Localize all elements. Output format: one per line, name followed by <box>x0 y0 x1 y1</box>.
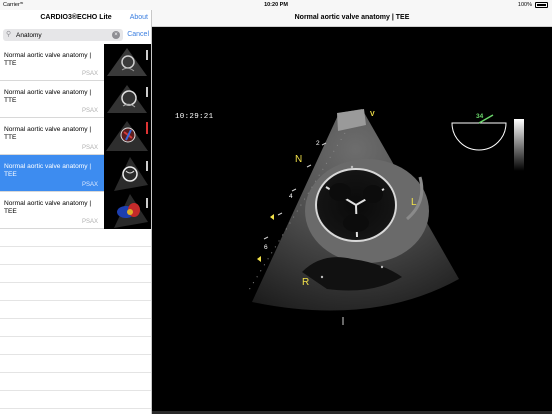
empty-row <box>0 409 151 414</box>
echo-thumbnail <box>104 44 151 81</box>
empty-row <box>0 337 151 355</box>
list-item-tag: PSAX <box>81 182 98 188</box>
search-icon: ⚲ <box>6 31 12 38</box>
empty-row <box>0 247 151 265</box>
search-bar: ⚲ Anatomy × Cancel <box>0 28 151 44</box>
depth-mark-4: 4 <box>289 193 293 200</box>
clear-icon[interactable]: × <box>112 31 120 39</box>
probe-angle-indicator <box>451 114 507 151</box>
list-item[interactable]: Normal aortic valve anatomy | TTE PSAX <box>0 44 151 81</box>
cancel-button[interactable]: Cancel <box>127 31 149 38</box>
list-item-title: Normal aortic valve anatomy | TEE <box>4 200 92 215</box>
echo-thumbnail <box>104 118 151 155</box>
battery-percent: 100% <box>517 2 532 8</box>
depth-mark-2: 2 <box>316 140 320 147</box>
echo-viewer[interactable]: 10:29:21 34 V N L R 2 4 6 <box>152 27 552 414</box>
marker-n: N <box>295 154 303 165</box>
list-item-tag: PSAX <box>81 71 98 77</box>
list-item-title: Normal aortic valve anatomy | TTE <box>4 89 92 104</box>
result-list: Normal aortic valve anatomy | TTE PSAX N… <box>0 44 151 414</box>
list-item-tag: PSAX <box>81 219 98 225</box>
battery-icon <box>535 2 548 8</box>
detail-nav-bar: Normal aortic valve anatomy | TEE <box>152 10 552 27</box>
search-value: Anatomy <box>16 31 42 39</box>
marker-l: L <box>411 197 417 208</box>
empty-row <box>0 229 151 247</box>
empty-row <box>0 355 151 373</box>
marker-r: R <box>302 277 310 288</box>
depth-mark-6: 6 <box>264 244 268 251</box>
list-item-selected[interactable]: Normal aortic valve anatomy | TEE PSAX <box>0 155 151 192</box>
list-item[interactable]: Normal aortic valve anatomy | TTE PSAX <box>0 81 151 118</box>
list-item-tag: PSAX <box>81 108 98 114</box>
angle-readout: 34 <box>476 113 484 120</box>
empty-row <box>0 301 151 319</box>
detail-title: Normal aortic valve anatomy | TEE <box>294 14 410 21</box>
clock-label: 10:20 PM <box>264 2 288 8</box>
sidebar-nav-bar: CARDIO3®ECHO Lite About <box>0 10 151 27</box>
status-bar: Carrier ≈ 10:20 PM 100% <box>0 0 552 10</box>
acquisition-time: 10:29:21 <box>175 113 214 121</box>
empty-row <box>0 283 151 301</box>
echo-thumbnail <box>104 192 151 229</box>
about-button[interactable]: About <box>130 14 148 21</box>
empty-row <box>0 319 151 337</box>
grayscale-bar <box>514 119 524 171</box>
sidebar: CARDIO3®ECHO Lite About ⚲ Anatomy × Canc… <box>0 10 152 414</box>
empty-row <box>0 391 151 409</box>
empty-row <box>0 373 151 391</box>
list-item-title: Normal aortic valve anatomy | TEE <box>4 163 92 178</box>
list-item[interactable]: Normal aortic valve anatomy | TTE PSAX <box>0 118 151 155</box>
list-item[interactable]: Normal aortic valve anatomy | TEE PSAX <box>0 192 151 229</box>
echo-thumbnail <box>104 81 151 118</box>
empty-row <box>0 265 151 283</box>
marker-v: V <box>370 111 375 118</box>
list-item-tag: PSAX <box>81 145 98 151</box>
echo-thumbnail <box>104 155 151 192</box>
list-item-title: Normal aortic valve anatomy | TTE <box>4 52 92 67</box>
echo-image <box>248 109 524 325</box>
search-input[interactable]: ⚲ Anatomy × <box>3 29 123 41</box>
list-item-title: Normal aortic valve anatomy | TTE <box>4 126 92 141</box>
